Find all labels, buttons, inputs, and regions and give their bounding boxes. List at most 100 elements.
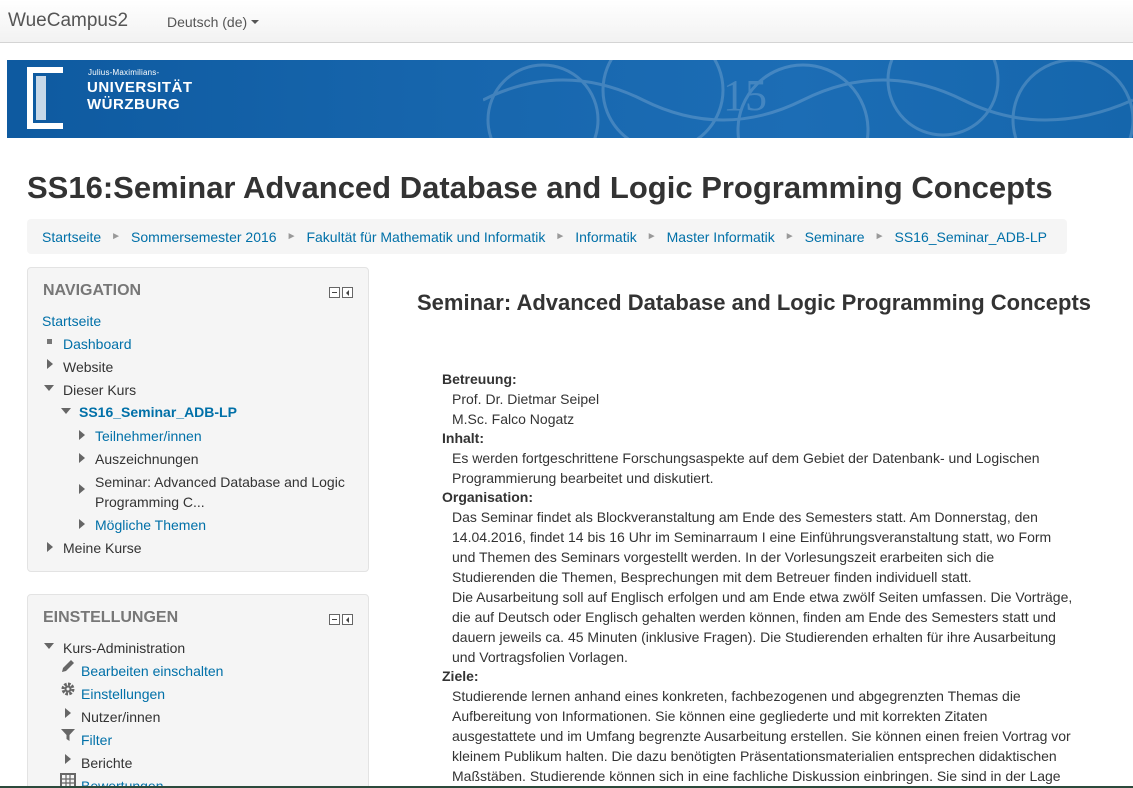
organisation-text-line: Das Seminar findet als Blockveranstaltun… bbox=[452, 509, 1038, 525]
dock-icon[interactable] bbox=[342, 287, 353, 298]
nav-item-course[interactable]: SS16_Seminar_ADB-LP bbox=[79, 403, 237, 421]
language-label: Deutsch (de) bbox=[167, 14, 248, 30]
nav-dashboard-link[interactable]: Dashboard bbox=[63, 336, 132, 352]
settings-item-filter[interactable]: Filter bbox=[81, 731, 112, 749]
page-title: SS16:Seminar Advanced Database and Logic… bbox=[27, 170, 1053, 205]
goals-text-line: kleinem Publikum halten. Die dazu benöti… bbox=[452, 748, 1057, 764]
breadcrumb-separator-icon: ► bbox=[286, 231, 297, 242]
settings-link[interactable]: Einstellungen bbox=[81, 686, 165, 702]
seal-pattern-decoration: 15 bbox=[483, 60, 1133, 138]
breadcrumb: Startseite ► Sommersemester 2016 ► Fakul… bbox=[27, 219, 1067, 254]
content-text-line: Programmierung bearbeitet und diskutiert… bbox=[452, 470, 714, 486]
gear-icon bbox=[61, 682, 75, 696]
section-heading: Seminar: Advanced Database and Logic Pro… bbox=[417, 290, 1092, 315]
settings-item-course-admin[interactable]: Kurs-Administration bbox=[63, 639, 185, 657]
breadcrumb-separator-icon: ► bbox=[555, 231, 566, 242]
organisation-text-line: Die Ausarbeitung soll auf Englisch erfol… bbox=[452, 589, 1073, 605]
nav-course-link[interactable]: SS16_Seminar_ADB-LP bbox=[79, 404, 237, 420]
expand-arrow-icon[interactable] bbox=[47, 359, 53, 369]
goals-text-line: Maßstäben. Studierende können sich in ei… bbox=[452, 768, 1061, 784]
expand-arrow-icon[interactable] bbox=[47, 542, 53, 552]
goals-text-line: Aufbereitung von Informationen. Sie könn… bbox=[452, 708, 988, 724]
collapse-arrow-icon[interactable] bbox=[61, 408, 71, 414]
organisation-label: Organisation: bbox=[442, 489, 534, 505]
settings-item-reports[interactable]: Berichte bbox=[81, 754, 132, 772]
nav-item-section-line2[interactable]: Programming C... bbox=[95, 493, 205, 511]
block-controls bbox=[329, 287, 353, 298]
nav-home-link[interactable]: Startseite bbox=[42, 313, 101, 329]
navigation-block: NAVIGATION Startseite Dashboard Website … bbox=[27, 267, 369, 572]
expand-arrow-icon[interactable] bbox=[79, 519, 85, 529]
goals-text-line: Studierende lernen anhand eines konkrete… bbox=[452, 688, 1021, 704]
nav-item-section-line1[interactable]: Seminar: Advanced Database and Logic bbox=[95, 473, 345, 491]
goals-label: Ziele: bbox=[442, 668, 479, 684]
course-description: Betreuung: Prof. Dr. Dietmar Seipel M.Sc… bbox=[442, 370, 1102, 786]
top-navbar: WueCampus2 Deutsch (de) bbox=[0, 0, 1133, 43]
navigation-block-title: NAVIGATION bbox=[43, 282, 142, 299]
university-logo-bar bbox=[36, 76, 46, 120]
block-controls bbox=[329, 614, 353, 625]
site-brand[interactable]: WueCampus2 bbox=[8, 10, 128, 32]
breadcrumb-item-course[interactable]: SS16_Seminar_ADB-LP bbox=[895, 229, 1048, 245]
settings-item-edit[interactable]: Bearbeiten einschalten bbox=[81, 662, 223, 680]
logo-line-2: WÜRZBURG bbox=[87, 96, 181, 113]
breadcrumb-item-master[interactable]: Master Informatik bbox=[667, 229, 775, 245]
language-dropdown[interactable]: Deutsch (de) bbox=[167, 14, 260, 30]
nav-topics-link[interactable]: Mögliche Themen bbox=[95, 517, 206, 533]
breadcrumb-item-informatik[interactable]: Informatik bbox=[575, 229, 636, 245]
nav-item-topics[interactable]: Mögliche Themen bbox=[95, 516, 206, 534]
filter-link[interactable]: Filter bbox=[81, 732, 112, 748]
nav-item-website[interactable]: Website bbox=[63, 358, 113, 376]
expand-arrow-icon[interactable] bbox=[79, 430, 85, 440]
dock-icon[interactable] bbox=[342, 614, 353, 625]
content-text-line: Es werden fortgeschrittene Forschungsasp… bbox=[452, 450, 1040, 466]
nav-participants-link[interactable]: Teilnehmer/innen bbox=[95, 428, 202, 444]
breadcrumb-separator-icon: ► bbox=[111, 231, 122, 242]
organisation-text-line: Studierenden die Themen, Besprechungen m… bbox=[452, 569, 972, 585]
pencil-icon bbox=[62, 660, 74, 672]
organisation-text-line: und Themen des Seminars vorgestellt werd… bbox=[452, 549, 995, 565]
nav-item-my-courses[interactable]: Meine Kurse bbox=[63, 539, 142, 557]
supervisor-name: M.Sc. Falco Nogatz bbox=[452, 411, 575, 427]
caret-down-icon bbox=[251, 20, 260, 25]
content-label: Inhalt: bbox=[442, 430, 484, 446]
nav-item-participants[interactable]: Teilnehmer/innen bbox=[95, 427, 202, 445]
expand-arrow-icon[interactable] bbox=[65, 754, 71, 764]
nav-item-home[interactable]: Startseite bbox=[42, 312, 101, 330]
settings-block-title: EINSTELLUNGEN bbox=[43, 609, 179, 626]
bullet-icon bbox=[47, 339, 52, 344]
svg-text:15: 15 bbox=[723, 71, 767, 120]
filter-icon bbox=[61, 729, 75, 741]
nav-item-badges[interactable]: Auszeichnungen bbox=[95, 450, 199, 468]
breadcrumb-item-faculty[interactable]: Fakultät für Mathematik und Informatik bbox=[306, 229, 545, 245]
minimize-icon[interactable] bbox=[329, 287, 340, 298]
settings-block: EINSTELLUNGEN Kurs-Administration Bearbe… bbox=[27, 594, 369, 788]
organisation-text-line: und Vortragsfolien Vorlagen. bbox=[452, 649, 628, 665]
university-banner: 15 Julius-Maximilians- UNIVERSITÄT WÜRZB… bbox=[7, 60, 1133, 138]
goals-text-line: ausgestattete und im Umfang begrenzte Au… bbox=[452, 728, 1071, 744]
organisation-text-line: dauern jeweils ca. 45 Minuten (inklusive… bbox=[452, 629, 1056, 645]
expand-arrow-icon[interactable] bbox=[79, 453, 85, 463]
breadcrumb-separator-icon: ► bbox=[646, 231, 657, 242]
breadcrumb-item-home[interactable]: Startseite bbox=[42, 229, 101, 245]
breadcrumb-separator-icon: ► bbox=[874, 231, 885, 242]
minimize-icon[interactable] bbox=[329, 614, 340, 625]
collapse-arrow-icon[interactable] bbox=[44, 643, 54, 649]
organisation-text-line: die auf Deutsch oder Englisch gehalten w… bbox=[452, 609, 1056, 625]
expand-arrow-icon[interactable] bbox=[65, 708, 71, 718]
edit-mode-link[interactable]: Bearbeiten einschalten bbox=[81, 663, 223, 679]
nav-item-this-course[interactable]: Dieser Kurs bbox=[63, 381, 136, 399]
breadcrumb-separator-icon: ► bbox=[784, 231, 795, 242]
supervisor-name: Prof. Dr. Dietmar Seipel bbox=[452, 391, 600, 407]
collapse-arrow-icon[interactable] bbox=[44, 385, 54, 391]
logo-line-1: UNIVERSITÄT bbox=[87, 79, 193, 96]
nav-item-dashboard[interactable]: Dashboard bbox=[63, 335, 132, 353]
logo-subtitle: Julius-Maximilians- bbox=[88, 68, 160, 77]
breadcrumb-item-seminare[interactable]: Seminare bbox=[805, 229, 865, 245]
supervision-label: Betreuung: bbox=[442, 371, 517, 387]
organisation-text-line: 14.04.2016, findet 14 bis 16 Uhr im Semi… bbox=[452, 529, 1052, 545]
settings-item-settings[interactable]: Einstellungen bbox=[81, 685, 165, 703]
breadcrumb-item-semester[interactable]: Sommersemester 2016 bbox=[131, 229, 277, 245]
expand-arrow-icon[interactable] bbox=[79, 484, 85, 494]
settings-item-users[interactable]: Nutzer/innen bbox=[81, 708, 160, 726]
